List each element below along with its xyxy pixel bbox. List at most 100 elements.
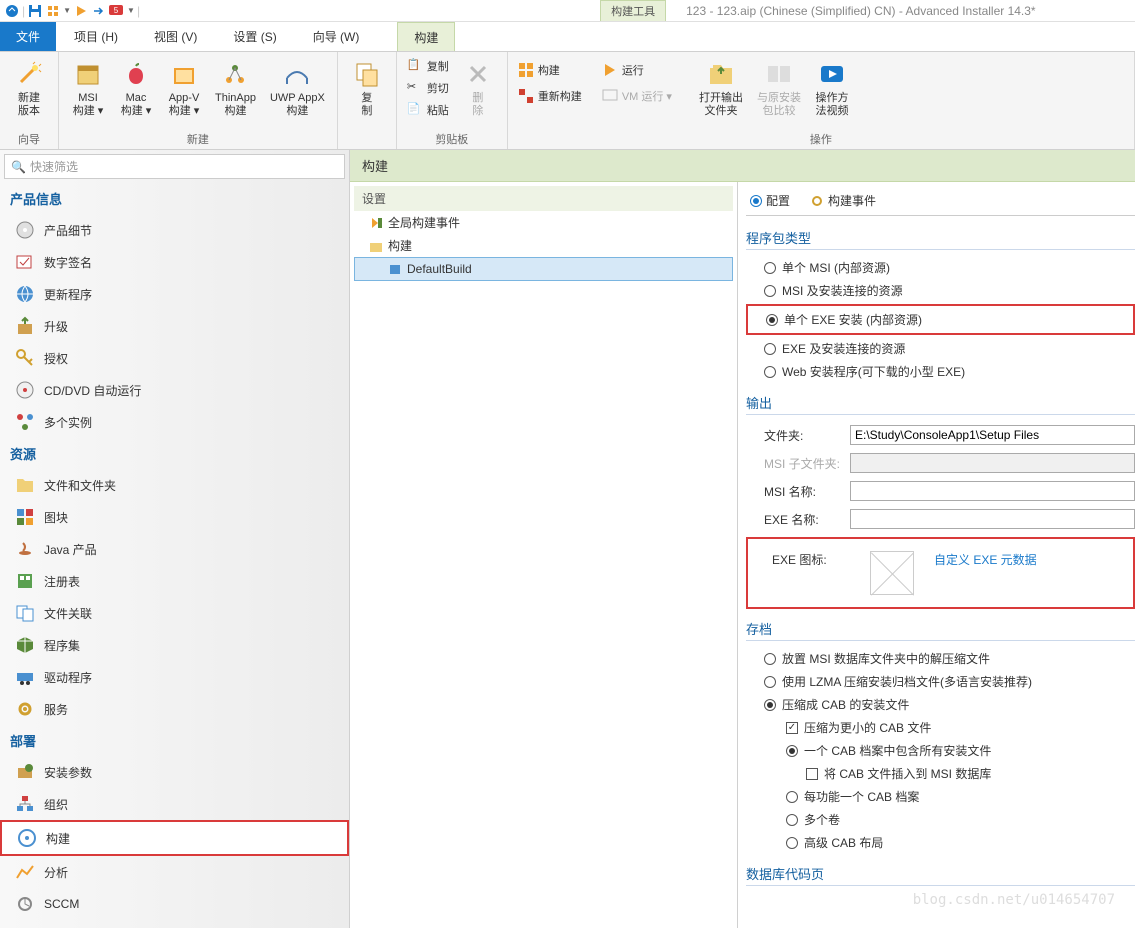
arrow-icon[interactable] [91, 3, 107, 19]
label: 组织 [44, 796, 68, 813]
sidebar-item-upgrade[interactable]: 升级 [0, 310, 349, 342]
rebuild-action-button[interactable]: 重新构建 [514, 86, 586, 106]
menu-build-tab[interactable]: 构建 [397, 22, 455, 51]
copy-button[interactable]: 复 制 [344, 56, 390, 120]
sidebar-item-tiles[interactable]: 图块 [0, 501, 349, 533]
tab-config[interactable]: 配置 [746, 190, 794, 211]
menu-project[interactable]: 项目 (H) [56, 22, 136, 51]
sidebar-item-instances[interactable]: 多个实例 [0, 406, 349, 438]
cab-one-all[interactable]: 一个 CAB 档案中包含所有安装文件 [746, 739, 1135, 762]
clip-cut-button[interactable]: ✂剪切 [403, 78, 453, 98]
pkg-single-msi[interactable]: 单个 MSI (内部资源) [746, 256, 1135, 279]
custom-exe-meta-link[interactable]: 自定义 EXE 元数据 [934, 551, 1037, 568]
group-label: 操作 [514, 129, 1128, 147]
appv-build-button[interactable]: App-V 构建 ▾ [161, 56, 207, 120]
cab-smaller[interactable]: 压缩为更小的 CAB 文件 [746, 716, 1135, 739]
run-icon[interactable] [73, 3, 89, 19]
tree-folder[interactable]: 构建 [354, 234, 733, 257]
nodes-icon [14, 411, 36, 433]
label: VM 运行 ▾ [622, 88, 672, 104]
exe-name-input[interactable] [850, 509, 1135, 529]
sidebar-item-product-details[interactable]: 产品细节 [0, 214, 349, 246]
exe-icon-placeholder[interactable] [870, 551, 914, 595]
sidebar-item-install-params[interactable]: 安装参数 [0, 756, 349, 788]
sidebar-item-analyze[interactable]: 分析 [0, 856, 349, 888]
sidebar-item-sccm[interactable]: SCCM [0, 888, 349, 920]
output-folder-input[interactable] [850, 425, 1135, 445]
pkg-exe-res[interactable]: EXE 及安装连接的资源 [746, 337, 1135, 360]
label: 复 制 [361, 92, 372, 118]
thinapp-build-button[interactable]: ThinApp 构建 [209, 56, 262, 120]
uwp-build-button[interactable]: UWP AppX 构建 [264, 56, 331, 120]
ribbon-group-new: MSI 构建 ▾ Mac 构建 ▾ App-V 构建 ▾ ThinApp 构建 … [59, 52, 338, 149]
sidebar-item-java[interactable]: Java 产品 [0, 533, 349, 565]
exe-icon-row: EXE 图标: 自定义 EXE 元数据 [754, 545, 1127, 601]
dropdown-icon[interactable]: ▼ [127, 6, 135, 15]
archive-lzma[interactable]: 使用 LZMA 压缩安装归档文件(多语言安装推荐) [746, 670, 1135, 693]
sidebar-item-organize[interactable]: 组织 [0, 788, 349, 820]
pkg-single-exe[interactable]: 单个 EXE 安装 (内部资源) [752, 308, 1129, 331]
sidebar-item-license[interactable]: 授权 [0, 342, 349, 374]
open-output-button[interactable]: 打开输出 文件夹 [693, 56, 749, 120]
pkg-msi-res[interactable]: MSI 及安装连接的资源 [746, 279, 1135, 302]
sign-icon [14, 251, 36, 273]
cab-volumes[interactable]: 多个卷 [746, 808, 1135, 831]
delete-button[interactable]: 删 除 [455, 56, 501, 120]
build-icon[interactable] [45, 3, 61, 19]
section-archive: 存档 [746, 619, 1135, 641]
sidebar-item-file-assoc[interactable]: 文件关联 [0, 597, 349, 629]
label: 程序集 [44, 637, 80, 654]
clip-copy-button[interactable]: 📋复制 [403, 56, 453, 76]
build-action-button[interactable]: 构建 [514, 60, 586, 80]
label: 剪切 [427, 80, 449, 96]
label: 多个实例 [44, 414, 92, 431]
cab-insert-msi[interactable]: 将 CAB 文件插入到 MSI 数据库 [746, 762, 1135, 785]
sidebar-item-updater[interactable]: 更新程序 [0, 278, 349, 310]
save-icon[interactable] [27, 3, 43, 19]
archive-cab[interactable]: 压缩成 CAB 的安装文件 [746, 693, 1135, 716]
tree-default-build[interactable]: DefaultBuild [354, 257, 733, 281]
group-label [344, 145, 390, 147]
sidebar-item-services[interactable]: 服务 [0, 693, 349, 725]
rebuild-icon [518, 88, 534, 104]
new-version-button[interactable]: 新建 版本 [6, 56, 52, 120]
menu-settings[interactable]: 设置 (S) [215, 22, 294, 51]
compare-button[interactable]: 与原安装 包比较 [751, 56, 807, 120]
msi-build-button[interactable]: MSI 构建 ▾ [65, 56, 111, 120]
menu-wizard[interactable]: 向导 (W) [295, 22, 378, 51]
sidebar-item-assembly[interactable]: 程序集 [0, 629, 349, 661]
registry-icon [14, 570, 36, 592]
mac-build-button[interactable]: Mac 构建 ▾ [113, 56, 159, 120]
cab-per-feature[interactable]: 每功能一个 CAB 档案 [746, 785, 1135, 808]
clip-paste-button[interactable]: 📄粘贴 [403, 100, 453, 120]
sidebar-item-drivers[interactable]: 驱动程序 [0, 661, 349, 693]
search-input[interactable]: 🔍 快速筛选 [4, 154, 345, 179]
sidebar-item-digital-sign[interactable]: 数字签名 [0, 246, 349, 278]
menu-view[interactable]: 视图 (V) [136, 22, 215, 51]
radio-icon [764, 653, 776, 665]
sidebar-item-files[interactable]: 文件和文件夹 [0, 469, 349, 501]
content-area: 构建 设置 全局构建事件 构建 DefaultBuild 配置 构建事件 程序包… [350, 150, 1135, 928]
video-button[interactable]: 操作方 法视频 [809, 56, 855, 120]
run-action-button[interactable]: 运行 [598, 60, 676, 80]
label: 图块 [44, 509, 68, 526]
ribbon-group-actions: 构建 重新构建 运行 VM 运行 ▾ 打开输出 文件夹 与原安装 包比较 操作方… [508, 52, 1135, 149]
pkg-web[interactable]: Web 安装程序(可下载的小型 EXE) [746, 360, 1135, 383]
content-body: 设置 全局构建事件 构建 DefaultBuild 配置 构建事件 程序包类型 … [350, 182, 1135, 928]
sidebar-item-registry[interactable]: 注册表 [0, 565, 349, 597]
globe-icon [14, 283, 36, 305]
sidebar-item-autorun[interactable]: CD/DVD 自动运行 [0, 374, 349, 406]
wand-icon [13, 58, 45, 90]
file-menu[interactable]: 文件 [0, 22, 56, 51]
badge-icon[interactable]: 5 [109, 3, 125, 19]
dropdown-icon[interactable]: ▼ [63, 6, 71, 15]
cab-advanced[interactable]: 高级 CAB 布局 [746, 831, 1135, 854]
archive-uncompressed[interactable]: 放置 MSI 数据库文件夹中的解压缩文件 [746, 647, 1135, 670]
msi-name-input[interactable] [850, 481, 1135, 501]
vm-run-button[interactable]: VM 运行 ▾ [598, 86, 676, 106]
tree-root[interactable]: 全局构建事件 [354, 211, 733, 234]
label: 配置 [766, 192, 790, 209]
sidebar-item-build[interactable]: 构建 [0, 820, 349, 856]
tab-events[interactable]: 构建事件 [806, 190, 880, 211]
label: EXE 名称: [764, 511, 842, 528]
